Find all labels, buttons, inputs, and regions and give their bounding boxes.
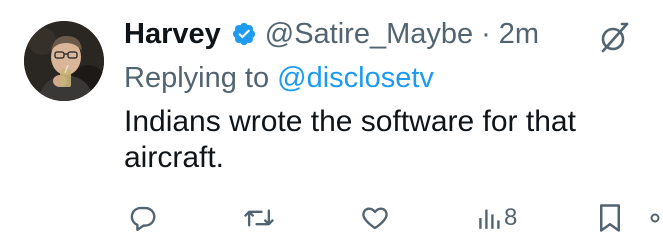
views-button[interactable]: 8	[478, 200, 517, 236]
replying-label: Replying to	[124, 62, 270, 94]
grok-icon[interactable]	[596, 18, 634, 56]
reply-button[interactable]	[128, 200, 158, 236]
retweet-icon	[243, 203, 275, 233]
views-count: 8	[504, 204, 518, 231]
retweet-button[interactable]	[243, 200, 275, 236]
avatar[interactable]	[24, 21, 104, 101]
reply-icon	[128, 203, 158, 233]
share-icon	[647, 203, 663, 233]
replying-to: Replying to @disclosetv	[124, 58, 663, 98]
bookmark-button[interactable]	[597, 200, 623, 236]
tweet[interactable]: Harvey @Satire_Maybe · 2m Replying to @d…	[0, 0, 663, 242]
like-icon	[360, 203, 390, 233]
tweet-content: Harvey @Satire_Maybe · 2m Replying to @d…	[124, 14, 663, 176]
bookmark-icon	[597, 203, 623, 233]
replying-mention-link[interactable]: @disclosetv	[277, 62, 434, 94]
tweet-header: Harvey @Satire_Maybe · 2m	[124, 14, 663, 54]
views-icon	[478, 203, 502, 233]
separator-dot: ·	[481, 17, 491, 50]
tweet-timestamp[interactable]: 2m	[499, 18, 539, 51]
verified-badge-icon[interactable]	[231, 21, 257, 47]
share-button[interactable]	[647, 200, 663, 236]
tweet-text: Indians wrote the software for that airc…	[124, 105, 576, 174]
author-display-name[interactable]: Harvey	[124, 18, 221, 51]
author-handle[interactable]: @Satire_Maybe	[265, 18, 473, 51]
action-bar: 8	[0, 200, 663, 236]
like-button[interactable]	[360, 200, 390, 236]
